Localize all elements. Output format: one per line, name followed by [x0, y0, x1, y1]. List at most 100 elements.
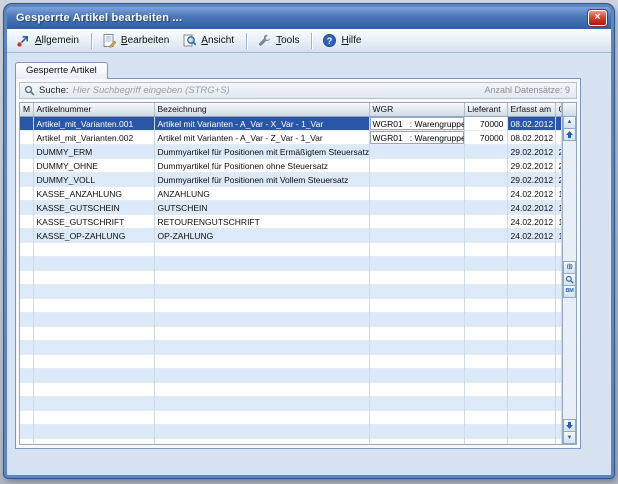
cell-artikelnummer[interactable]: Artikel_mit_Varianten.002 — [33, 131, 154, 145]
arrow-up-icon — [565, 130, 574, 139]
grid-row[interactable]: Artikel_mit_Varianten.001Artikel mit Var… — [20, 117, 562, 131]
cell-bezeichnung[interactable]: Artikel mit Varianten - A_Var - Z_Var - … — [154, 131, 369, 145]
grid-row[interactable]: KASSE_GUTSCHEINGUTSCHEIN 24.02.20121 — [20, 201, 562, 215]
cell-lieferant[interactable] — [464, 215, 507, 229]
hilfe-label: Hilfe — [341, 35, 361, 46]
grid-row[interactable]: DUMMY_OHNEDummyartikel für Positionen oh… — [20, 159, 562, 173]
cell-m[interactable] — [20, 131, 33, 145]
cell-lieferant[interactable] — [464, 173, 507, 187]
cell-erfasst[interactable]: 08.02.2012 — [507, 117, 555, 131]
cell-g[interactable]: 1 — [555, 201, 562, 215]
cell-bezeichnung — [154, 397, 369, 411]
tools-button[interactable]: Tools — [252, 31, 306, 51]
cell-wgr[interactable] — [369, 187, 464, 201]
grid-row[interactable]: DUMMY_ERMDummyartikel für Positionen mit… — [20, 145, 562, 159]
cell-wgr — [369, 397, 464, 411]
cell-bezeichnung[interactable]: RETOURENGUTSCHRIFT — [154, 215, 369, 229]
search-input[interactable] — [73, 85, 481, 96]
cell-wgr[interactable]: WGR01 : Warengruppe 1 — [369, 131, 464, 145]
cell-g[interactable]: 1 — [555, 215, 562, 229]
cell-lieferant[interactable] — [464, 229, 507, 243]
cell-lieferant[interactable] — [464, 145, 507, 159]
cell-g[interactable]: 2 — [555, 145, 562, 159]
cell-bezeichnung[interactable]: ANZAHLUNG — [154, 187, 369, 201]
cell-wgr[interactable] — [369, 173, 464, 187]
cell-lieferant[interactable] — [464, 187, 507, 201]
cell-artikelnummer[interactable]: KASSE_ANZAHLUNG — [33, 187, 154, 201]
cell-artikelnummer — [33, 271, 154, 285]
tab-gesperrte-artikel[interactable]: Gesperrte Artikel — [15, 62, 108, 79]
cell-erfasst[interactable]: 29.02.2012 — [507, 173, 555, 187]
cell-g — [555, 411, 562, 425]
cell-lieferant[interactable] — [464, 201, 507, 215]
cell-erfasst[interactable]: 24.02.2012 — [507, 187, 555, 201]
cell-m[interactable] — [20, 145, 33, 159]
column-header-g[interactable]: G — [555, 103, 562, 117]
cell-erfasst[interactable]: 08.02.2012 — [507, 131, 555, 145]
column-header-lieferant[interactable]: Lieferant — [464, 103, 507, 117]
scroll-down-button[interactable]: ▼ — [563, 431, 576, 444]
cell-m[interactable] — [20, 215, 33, 229]
column-header-m[interactable]: M — [20, 103, 33, 117]
cell-m[interactable] — [20, 117, 33, 131]
cell-m[interactable] — [20, 159, 33, 173]
grid-row[interactable]: KASSE_GUTSCHRIFTRETOURENGUTSCHRIFT 24.02.… — [20, 215, 562, 229]
cell-erfasst[interactable]: 29.02.2012 — [507, 159, 555, 173]
cell-wgr[interactable] — [369, 201, 464, 215]
cell-g[interactable]: 1 — [555, 187, 562, 201]
column-header-erfasst-am[interactable]: Erfasst am — [507, 103, 555, 117]
cell-bezeichnung[interactable]: GUTSCHEIN — [154, 201, 369, 215]
cell-wgr[interactable] — [369, 159, 464, 173]
cell-m[interactable] — [20, 229, 33, 243]
grid-row[interactable]: KASSE_OP-ZAHLUNGOP-ZAHLUNG 24.02.20121 — [20, 229, 562, 243]
hilfe-button[interactable]: ? Hilfe — [317, 31, 368, 51]
cell-m[interactable] — [20, 173, 33, 187]
column-header-wgr[interactable]: WGR — [369, 103, 464, 117]
cell-wgr[interactable] — [369, 145, 464, 159]
ansicht-button[interactable]: Ansicht — [177, 31, 241, 51]
cell-erfasst[interactable]: 24.02.2012 — [507, 215, 555, 229]
cell-g[interactable] — [555, 131, 562, 145]
allgemein-button[interactable]: Allgemein — [11, 31, 86, 51]
bookmark-button[interactable]: BM — [563, 285, 576, 298]
cell-artikelnummer — [33, 425, 154, 439]
grid-row[interactable]: Artikel_mit_Varianten.002Artikel mit Var… — [20, 131, 562, 145]
cell-bezeichnung[interactable]: Dummyartikel für Positionen mit Ermäßigt… — [154, 145, 369, 159]
column-header-bezeichnung[interactable]: Bezeichnung — [154, 103, 369, 117]
cell-artikelnummer[interactable]: KASSE_GUTSCHRIFT — [33, 215, 154, 229]
cell-artikelnummer[interactable]: Artikel_mit_Varianten.001 — [33, 117, 154, 131]
cell-g[interactable] — [555, 117, 562, 131]
titlebar[interactable]: Gesperrte Artikel bearbeiten ... × — [7, 7, 611, 29]
bearbeiten-button[interactable]: Bearbeiten — [97, 31, 176, 51]
grid-row[interactable]: DUMMY_VOLLDummyartikel für Positionen mi… — [20, 173, 562, 187]
cell-g[interactable]: 2 — [555, 173, 562, 187]
cell-artikelnummer[interactable]: DUMMY_VOLL — [33, 173, 154, 187]
scrollbar-track-lower[interactable] — [563, 298, 576, 420]
column-header-artikelnummer[interactable]: Artikelnummer — [33, 103, 154, 117]
cell-lieferant[interactable]: 70000 — [464, 117, 507, 131]
cell-bezeichnung[interactable]: OP-ZAHLUNG — [154, 229, 369, 243]
cell-lieferant[interactable] — [464, 159, 507, 173]
cell-erfasst[interactable]: 24.02.2012 — [507, 201, 555, 215]
cell-artikelnummer[interactable]: KASSE_OP-ZAHLUNG — [33, 229, 154, 243]
cell-m[interactable] — [20, 187, 33, 201]
cell-artikelnummer[interactable]: KASSE_GUTSCHEIN — [33, 201, 154, 215]
first-record-button[interactable] — [563, 128, 576, 141]
cell-bezeichnung[interactable]: Dummyartikel für Positionen ohne Steuers… — [154, 159, 369, 173]
cell-wgr[interactable]: WGR01 : Warengruppe 1 — [369, 117, 464, 131]
cell-bezeichnung[interactable]: Artikel mit Varianten - A_Var - X_Var - … — [154, 117, 369, 131]
cell-g[interactable]: 2 — [555, 159, 562, 173]
cell-bezeichnung[interactable]: Dummyartikel für Positionen mit Vollem S… — [154, 173, 369, 187]
cell-artikelnummer[interactable]: DUMMY_ERM — [33, 145, 154, 159]
cell-erfasst[interactable]: 29.02.2012 — [507, 145, 555, 159]
cell-artikelnummer[interactable]: DUMMY_OHNE — [33, 159, 154, 173]
cell-erfasst[interactable]: 24.02.2012 — [507, 229, 555, 243]
cell-g[interactable]: 1 — [555, 229, 562, 243]
grid-row[interactable]: KASSE_ANZAHLUNGANZAHLUNG 24.02.20121 — [20, 187, 562, 201]
cell-wgr[interactable] — [369, 215, 464, 229]
cell-m[interactable] — [20, 201, 33, 215]
close-button[interactable]: × — [588, 10, 607, 26]
cell-lieferant[interactable]: 70000 — [464, 131, 507, 145]
scrollbar-track-upper[interactable] — [563, 141, 576, 263]
cell-wgr[interactable] — [369, 229, 464, 243]
